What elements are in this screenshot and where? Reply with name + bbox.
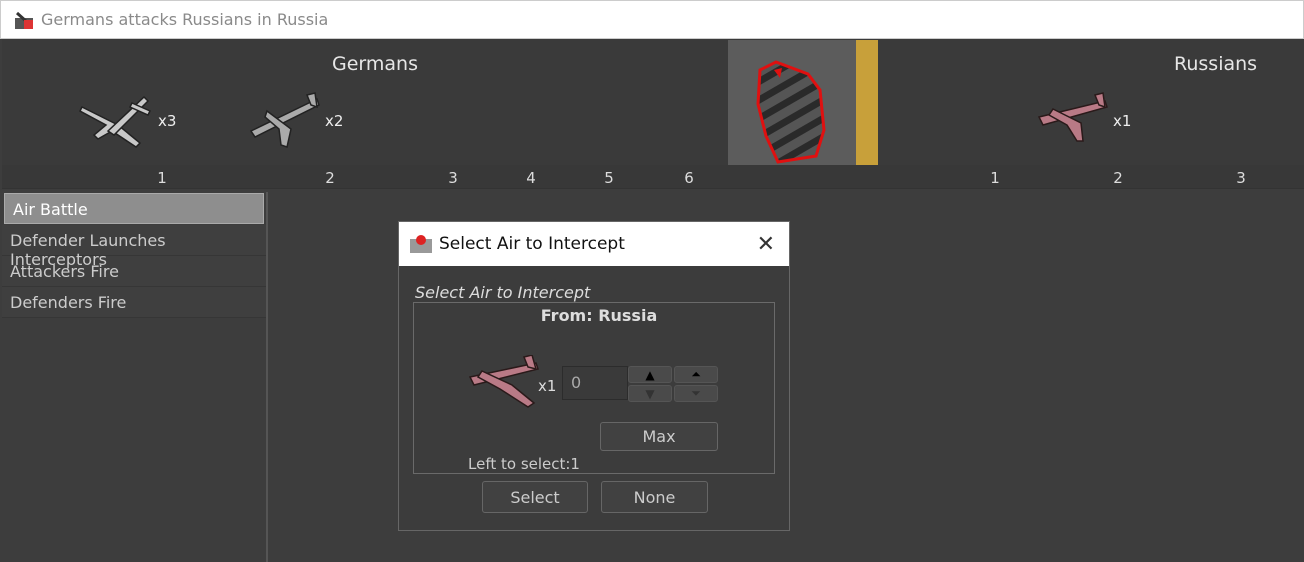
column-number: 3 xyxy=(448,169,458,187)
app-icon xyxy=(15,11,33,29)
intercept-group: From: Russia x1 0 ▲ ⏶ ▼ ⏷ Max Left to se… xyxy=(413,302,775,474)
battle-header: Germans Russians x3 x2 x1 xyxy=(2,39,1304,165)
group-label: Select Air to Intercept xyxy=(415,283,591,302)
unit-count: x1 xyxy=(1113,112,1132,130)
none-button[interactable]: None xyxy=(601,481,708,513)
column-number: 2 xyxy=(1113,169,1123,187)
select-air-dialog: Select Air to Intercept ✕ Select Air to … xyxy=(398,221,790,531)
close-icon[interactable]: ✕ xyxy=(757,232,775,257)
unit-count: x3 xyxy=(158,112,177,130)
column-numbers: 1 2 3 4 5 6 1 2 3 xyxy=(2,165,1304,189)
bomber-plane-icon xyxy=(79,95,152,148)
step-defenders-fire[interactable]: Defenders Fire xyxy=(2,287,266,318)
column-number: 5 xyxy=(604,169,614,187)
attacker-unit: x2 xyxy=(247,91,343,151)
window-titlebar: Germans attacks Russians in Russia xyxy=(0,0,1304,39)
from-label: From: Russia xyxy=(540,306,658,325)
step-defender-launches-interceptors[interactable]: Defender Launches Interceptors xyxy=(2,225,266,269)
fighter-plane-icon xyxy=(249,92,320,148)
column-number: 1 xyxy=(157,169,167,187)
java-app-icon xyxy=(410,235,432,253)
column-number: 1 xyxy=(990,169,1000,187)
intercept-quantity-field[interactable]: 0 xyxy=(562,366,628,400)
dialog-titlebar: Select Air to Intercept xyxy=(399,222,789,266)
decrement-min-button[interactable]: ⏷ xyxy=(674,385,718,402)
unit-count: x2 xyxy=(325,112,344,130)
decrement-button[interactable]: ▼ xyxy=(628,385,672,402)
column-number: 2 xyxy=(325,169,335,187)
column-number: 4 xyxy=(526,169,536,187)
increment-max-button[interactable]: ⏶ xyxy=(674,366,718,383)
defender-name: Russians xyxy=(1174,53,1258,75)
window-title: Germans attacks Russians in Russia xyxy=(41,10,329,29)
left-to-select: Left to select:1 xyxy=(468,455,580,473)
column-number: 3 xyxy=(1236,169,1246,187)
increment-button[interactable]: ▲ xyxy=(628,366,672,383)
defender-unit: x1 xyxy=(1035,91,1131,151)
step-air-battle[interactable]: Air Battle xyxy=(4,193,264,224)
attacker-unit: x3 xyxy=(78,91,176,151)
dialog-title: Select Air to Intercept xyxy=(439,234,625,254)
russian-fighter-plane-icon xyxy=(468,355,539,408)
battle-steps-list: Air Battle Defender Launches Interceptor… xyxy=(2,192,268,562)
column-number: 6 xyxy=(684,169,694,187)
select-button[interactable]: Select xyxy=(482,481,588,513)
unit-count: x1 xyxy=(538,377,557,395)
max-button[interactable]: Max xyxy=(600,422,718,451)
attacker-name: Germans xyxy=(332,53,418,75)
russian-fighter-plane-icon xyxy=(1037,92,1108,142)
